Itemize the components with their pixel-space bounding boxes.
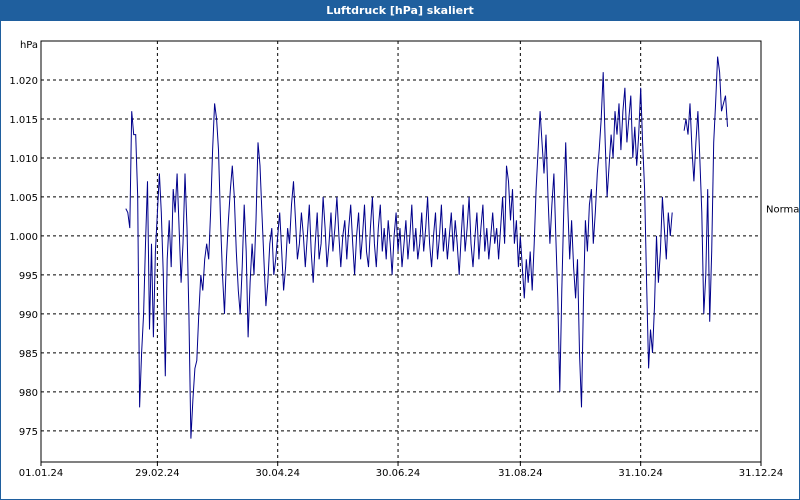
window-title: Luftdruck [hPa] skaliert: [1, 1, 799, 21]
y-tick-label: 1.010: [9, 154, 38, 165]
pressure-chart: 1.020 1.015 1.010 1.005 1.000 995 990 985 980 975…: [9, 40, 799, 479]
y-tick-label: 975: [19, 427, 38, 438]
x-tick-label: 30.04.24: [255, 468, 300, 479]
x-tick-label: 31.10.24: [618, 468, 663, 479]
x-tick-label: 31.12.24: [739, 468, 784, 479]
y-tick-label: 1.000: [9, 232, 38, 243]
reference-line-label: Normal: [766, 205, 799, 216]
y-tick-label: 980: [19, 388, 38, 399]
y-tick-label: 1.020: [9, 76, 38, 87]
x-tick-label: 01.01.24: [19, 468, 64, 479]
y-tick-label: 1.015: [9, 115, 38, 126]
y-axis-label: hPa: [20, 40, 38, 51]
x-tick-label: 31.08.24: [498, 468, 543, 479]
y-tick-label: 990: [19, 310, 38, 321]
x-tick-label: 29.02.24: [135, 468, 180, 479]
chart-window: Luftdruck [hPa] skaliert 1.020 1.015 1.010…: [0, 0, 800, 500]
y-tick-label: 1.005: [9, 193, 38, 204]
y-tick-label: 995: [19, 271, 38, 282]
y-tick-label: 985: [19, 349, 38, 360]
x-tick-label: 30.06.24: [376, 468, 421, 479]
